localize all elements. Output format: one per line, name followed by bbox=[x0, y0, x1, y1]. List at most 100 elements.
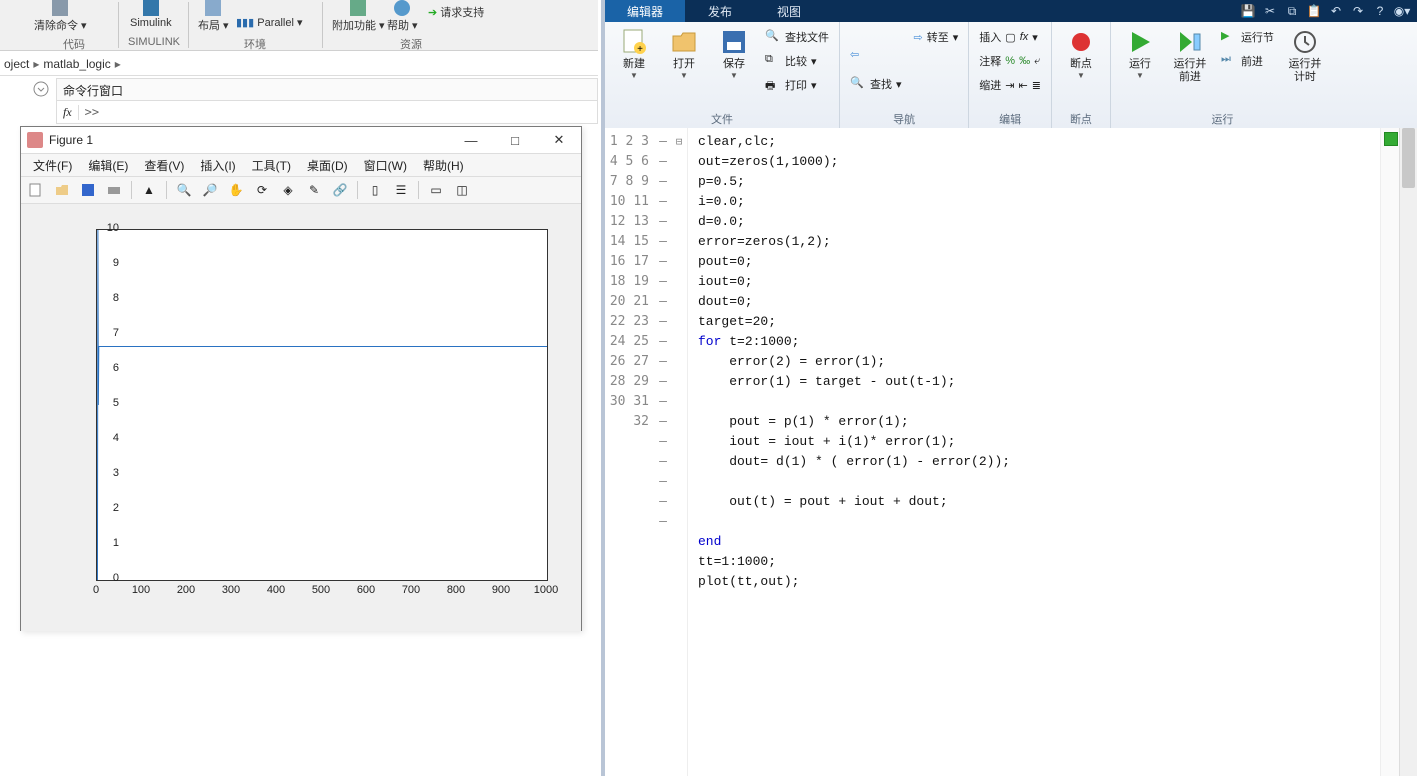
qat-cut-icon[interactable]: ✂ bbox=[1261, 2, 1279, 20]
zoom-in-icon[interactable]: 🔍 bbox=[173, 179, 195, 201]
menu-help[interactable]: 帮助(H) bbox=[415, 157, 472, 174]
menu-edit[interactable]: 编辑(E) bbox=[80, 157, 136, 174]
editor-code-area[interactable]: 1 2 3 4 5 6 7 8 9 10 11 12 13 14 15 16 1… bbox=[605, 128, 1417, 776]
rotate3d-icon[interactable]: ⟳ bbox=[251, 179, 273, 201]
indent-right-icon[interactable]: ⇥ bbox=[1005, 79, 1014, 92]
tab-view[interactable]: 视图 bbox=[755, 0, 824, 22]
fold-gutter[interactable]: ⊟ bbox=[671, 128, 688, 776]
qat-copy-icon[interactable]: ⧉ bbox=[1283, 2, 1301, 20]
run-time-icon bbox=[1291, 28, 1319, 56]
print-button[interactable]: 🖶打印 ▾ bbox=[761, 74, 833, 96]
goto-button[interactable]: ⇨转至 ▾ bbox=[910, 26, 963, 48]
y-tick-label: 3 bbox=[95, 467, 119, 479]
indent-button[interactable]: 缩进 ⇥ ⇤ ≣ bbox=[975, 74, 1045, 96]
menu-window[interactable]: 窗口(W) bbox=[356, 157, 415, 174]
message-bar[interactable] bbox=[1380, 128, 1399, 776]
parallel-button[interactable]: ▮▮▮ Parallel ▾ bbox=[236, 16, 303, 29]
close-button[interactable]: ✕ bbox=[537, 128, 581, 152]
find-files-button[interactable]: 🔍查找文件 bbox=[761, 26, 833, 48]
menu-view[interactable]: 查看(V) bbox=[136, 157, 192, 174]
clear-cmds-button[interactable]: 清除命令 ▾ bbox=[34, 0, 87, 33]
maximize-button[interactable]: □ bbox=[493, 128, 537, 152]
insert-button[interactable]: 插入 ▢ fx ▾ bbox=[975, 26, 1045, 48]
new-figure-icon[interactable] bbox=[25, 179, 47, 201]
run-button[interactable]: 运行▼ bbox=[1117, 26, 1163, 112]
qat-redo-icon[interactable]: ↷ bbox=[1349, 2, 1367, 20]
find-button[interactable]: 🔍查找 ▾ bbox=[846, 73, 906, 95]
tab-publish[interactable]: 发布 bbox=[686, 0, 755, 22]
zoom-out-icon[interactable]: 🔎 bbox=[199, 179, 221, 201]
new-button[interactable]: + 新建▼ bbox=[611, 26, 657, 112]
run-advance-button[interactable]: 运行并 前进 bbox=[1167, 26, 1213, 112]
link-icon[interactable]: 🔗 bbox=[329, 179, 351, 201]
pointer-icon[interactable]: ▲ bbox=[138, 179, 160, 201]
collapse-icon[interactable] bbox=[32, 80, 50, 98]
figure-window: Figure 1 — □ ✕ 文件(F) 编辑(E) 查看(V) 插入(I) 工… bbox=[20, 126, 582, 631]
insert-section-icon[interactable]: ▢ bbox=[1005, 31, 1015, 44]
simulink-label: Simulink bbox=[130, 17, 172, 29]
breadcrumb-seg[interactable]: matlab_logic bbox=[39, 57, 114, 71]
qat-save-icon[interactable]: 💾 bbox=[1239, 2, 1257, 20]
goto-icon: ⇨ bbox=[914, 31, 923, 44]
indent-left-icon[interactable]: ⇤ bbox=[1019, 79, 1028, 92]
x-tick-label: 600 bbox=[351, 584, 381, 596]
menu-tools[interactable]: 工具(T) bbox=[244, 157, 299, 174]
pan-icon[interactable]: ✋ bbox=[225, 179, 247, 201]
menu-desktop[interactable]: 桌面(D) bbox=[299, 157, 356, 174]
print-icon[interactable] bbox=[103, 179, 125, 201]
insert-fx-icon[interactable]: fx bbox=[1020, 31, 1029, 43]
menu-file[interactable]: 文件(F) bbox=[25, 157, 80, 174]
qat-paste-icon[interactable]: 📋 bbox=[1305, 2, 1323, 20]
comment-button[interactable]: 注释 % ‰ ⤶ bbox=[975, 50, 1045, 72]
breadcrumb-seg[interactable]: oject bbox=[0, 57, 33, 71]
scrollbar-thumb[interactable] bbox=[1402, 128, 1415, 188]
help-button[interactable]: 帮助 ▾ bbox=[387, 0, 418, 33]
line-number-gutter[interactable]: 1 2 3 4 5 6 7 8 9 10 11 12 13 14 15 16 1… bbox=[605, 128, 655, 776]
command-prompt-row[interactable]: fx >> bbox=[56, 100, 598, 124]
brush-icon[interactable]: ✎ bbox=[303, 179, 325, 201]
qat-help-icon[interactable]: ? bbox=[1371, 2, 1389, 20]
breakpoints-button[interactable]: 断点▼ bbox=[1058, 26, 1104, 112]
compare-button[interactable]: ⧉比较 ▾ bbox=[761, 50, 833, 72]
run-time-button[interactable]: 运行并 计时 bbox=[1282, 26, 1328, 112]
legend-icon[interactable]: ☰ bbox=[390, 179, 412, 201]
dock-icon[interactable]: ◫ bbox=[451, 179, 473, 201]
comment-remove-icon[interactable]: ‰ bbox=[1019, 55, 1030, 67]
datacursor-icon[interactable]: ◈ bbox=[277, 179, 299, 201]
simulink-button[interactable]: Simulink bbox=[130, 0, 172, 29]
open-button[interactable]: 打开▼ bbox=[661, 26, 707, 112]
hide-tools-icon[interactable]: ▭ bbox=[425, 179, 447, 201]
comment-add-icon[interactable]: % bbox=[1005, 55, 1015, 67]
layout-button[interactable]: 布局 ▾ bbox=[198, 0, 229, 33]
comment-wrap-icon[interactable]: ⤶ bbox=[1034, 55, 1040, 68]
code-text[interactable]: clear,clc; out=zeros(1,1000); p=0.5; i=0… bbox=[688, 128, 1380, 776]
colorbar-icon[interactable]: ▯ bbox=[364, 179, 386, 201]
help-icon bbox=[394, 0, 410, 16]
tab-editor[interactable]: 编辑器 bbox=[605, 0, 686, 22]
axes[interactable] bbox=[96, 229, 548, 581]
save-button[interactable]: 保存▼ bbox=[711, 26, 757, 112]
open-icon[interactable] bbox=[51, 179, 73, 201]
request-support-button[interactable]: ➔ 请求支持 bbox=[428, 4, 484, 20]
minimize-button[interactable]: — bbox=[449, 128, 493, 152]
y-tick-label: 7 bbox=[95, 327, 119, 339]
breadcrumb[interactable]: oject ▸ matlab_logic ▸ bbox=[0, 53, 598, 76]
indent-smart-icon[interactable]: ≣ bbox=[1032, 79, 1041, 92]
fx-icon[interactable]: fx bbox=[57, 105, 79, 120]
qat-more-icon[interactable]: ◉▾ bbox=[1393, 2, 1411, 20]
breakpoint-gutter[interactable]: – – – – – – – – – – – – – – – – – – – – bbox=[655, 128, 671, 776]
run-section-button[interactable]: ▶运行节 bbox=[1217, 26, 1278, 48]
toolstrip-sep bbox=[118, 2, 119, 48]
vertical-scrollbar[interactable] bbox=[1399, 128, 1417, 776]
addons-button[interactable]: 附加功能 ▾ bbox=[332, 0, 385, 33]
figure-titlebar[interactable]: Figure 1 — □ ✕ bbox=[21, 127, 581, 154]
advance-button[interactable]: ⏭前进 bbox=[1217, 50, 1278, 72]
insert-more-icon[interactable]: ▾ bbox=[1032, 31, 1038, 44]
back-button[interactable]: ⇦ bbox=[846, 43, 906, 65]
qat-undo-icon[interactable]: ↶ bbox=[1327, 2, 1345, 20]
figure-toolbar: ▲ 🔍 🔎 ✋ ⟳ ◈ ✎ 🔗 ▯ ☰ ▭ ◫ bbox=[21, 177, 581, 204]
y-tick-label: 10 bbox=[95, 222, 119, 234]
menu-insert[interactable]: 插入(I) bbox=[192, 157, 243, 174]
parallel-label: Parallel bbox=[257, 17, 294, 29]
save-icon[interactable] bbox=[77, 179, 99, 201]
